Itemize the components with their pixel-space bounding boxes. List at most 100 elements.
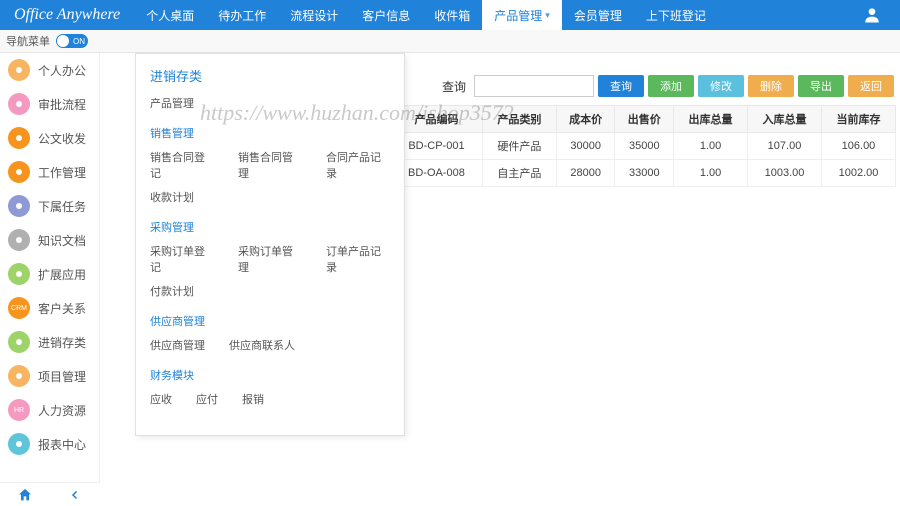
dropdown-item[interactable]: 销售合同登记 xyxy=(150,149,214,181)
sidebar-item[interactable]: 项目管理 xyxy=(0,359,99,393)
HR-icon: HR xyxy=(8,399,30,421)
sidebar-item-label: 进销存类 xyxy=(38,334,86,351)
topnav-item[interactable]: 待办工作 xyxy=(206,0,278,30)
mail-icon xyxy=(8,127,30,149)
user-avatar-icon[interactable] xyxy=(862,5,882,25)
sidebar-item-label: 项目管理 xyxy=(38,368,86,385)
sidebar-item[interactable]: 公文收发 xyxy=(0,121,99,155)
stock-icon xyxy=(8,331,30,353)
dropdown-menu: 进销存类产品管理销售管理销售合同登记销售合同管理合同产品记录收款计划采购管理采购… xyxy=(135,53,405,436)
table-header: 成本价 xyxy=(556,106,615,133)
dropdown-item[interactable]: 付款计划 xyxy=(150,283,194,299)
search-input[interactable] xyxy=(474,75,594,97)
chart-icon xyxy=(8,433,30,455)
dropdown-item[interactable]: 产品管理 xyxy=(150,95,390,111)
CRM-icon: CRM xyxy=(8,297,30,319)
topnav-item[interactable]: 流程设计 xyxy=(278,0,350,30)
top-nav: 个人桌面待办工作流程设计客户信息收件箱产品管理▾会员管理上下班登记 xyxy=(134,0,718,30)
check-icon xyxy=(8,161,30,183)
toolbar-button[interactable]: 返回 xyxy=(848,75,894,97)
topnav-item[interactable]: 产品管理▾ xyxy=(482,0,562,30)
topnav-item[interactable]: 上下班登记 xyxy=(634,0,718,30)
user-icon xyxy=(8,59,30,81)
search-label: 查询 xyxy=(442,78,466,95)
sidebar-item[interactable]: 报表中心 xyxy=(0,427,99,461)
proj-icon xyxy=(8,365,30,387)
sidebar-item-label: 审批流程 xyxy=(38,96,86,113)
bottom-bar xyxy=(0,482,100,506)
table-row[interactable]: BD-CP-001硬件产品30000350001.00107.00106.00 xyxy=(391,133,896,160)
nav-toggle-bar: 导航菜单 ON xyxy=(0,30,900,53)
dropdown-item[interactable]: 采购订单管理 xyxy=(238,243,302,275)
sidebar-item-label: 个人办公 xyxy=(38,62,86,79)
table-cell: 107.00 xyxy=(748,133,822,160)
table-cell: 106.00 xyxy=(821,133,895,160)
dropdown-item[interactable]: 应付 xyxy=(196,391,218,407)
dropdown-item[interactable]: 采购订单登记 xyxy=(150,243,214,275)
nav-toggle-label: 导航菜单 xyxy=(6,33,50,49)
table-row[interactable]: BD-OA-008自主产品28000330001.001003.001002.0… xyxy=(391,160,896,187)
sidebar-item-label: 公文收发 xyxy=(38,130,86,147)
toolbar-button[interactable]: 添加 xyxy=(648,75,694,97)
topnav-item[interactable]: 客户信息 xyxy=(350,0,422,30)
nav-toggle-switch[interactable]: ON xyxy=(56,34,88,48)
main-area: 进销存类产品管理销售管理销售合同登记销售合同管理合同产品记录收款计划采购管理采购… xyxy=(100,53,900,482)
sidebar-item[interactable]: 下属任务 xyxy=(0,189,99,223)
data-table-wrap: 产品编码产品类别成本价出售价出库总量入库总量当前库存 BD-CP-001硬件产品… xyxy=(390,105,900,187)
dropdown-item[interactable]: 销售合同管理 xyxy=(238,149,302,181)
sidebar-item[interactable]: CRM 客户关系 xyxy=(0,291,99,325)
sidebar-item[interactable]: 审批流程 xyxy=(0,87,99,121)
table-header: 出售价 xyxy=(615,106,674,133)
sidebar-item-label: 人力资源 xyxy=(38,402,86,419)
table-cell: 硬件产品 xyxy=(482,133,556,160)
table-cell: 1003.00 xyxy=(748,160,822,187)
dropdown-item[interactable]: 订单产品记录 xyxy=(326,243,390,275)
dropdown-section-header: 采购管理 xyxy=(150,219,390,235)
table-cell: 1.00 xyxy=(674,133,748,160)
logo: Office Anywhere xyxy=(0,6,134,24)
sidebar-item[interactable]: HR 人力资源 xyxy=(0,393,99,427)
sidebar-item-label: 下属任务 xyxy=(38,198,86,215)
table-cell: 自主产品 xyxy=(482,160,556,187)
table-cell: 30000 xyxy=(556,133,615,160)
flow-icon xyxy=(8,93,30,115)
dropdown-item[interactable]: 供应商管理 xyxy=(150,337,205,353)
dropdown-section-header: 财务模块 xyxy=(150,367,390,383)
table-cell: 33000 xyxy=(615,160,674,187)
table-header: 产品类别 xyxy=(482,106,556,133)
sidebar-item[interactable]: 扩展应用 xyxy=(0,257,99,291)
dropdown-item[interactable]: 报销 xyxy=(242,391,264,407)
product-table: 产品编码产品类别成本价出售价出库总量入库总量当前库存 BD-CP-001硬件产品… xyxy=(390,105,896,187)
table-cell: 28000 xyxy=(556,160,615,187)
table-header: 出库总量 xyxy=(674,106,748,133)
collapse-icon[interactable] xyxy=(50,489,100,501)
sidebar-item[interactable]: 进销存类 xyxy=(0,325,99,359)
topnav-item[interactable]: 个人桌面 xyxy=(134,0,206,30)
toolbar-button[interactable]: 导出 xyxy=(798,75,844,97)
topnav-item[interactable]: 收件箱 xyxy=(422,0,482,30)
toolbar-button[interactable]: 删除 xyxy=(748,75,794,97)
sidebar-item[interactable]: 个人办公 xyxy=(0,53,99,87)
sidebar-item[interactable]: 工作管理 xyxy=(0,155,99,189)
sidebar: 个人办公审批流程公文收发工作管理下属任务知识文档扩展应用 CRM 客户关系进销存类项… xyxy=(0,53,100,482)
dropdown-title: 进销存类 xyxy=(150,66,390,85)
topnav-item[interactable]: 会员管理 xyxy=(562,0,634,30)
dropdown-item[interactable]: 收款计划 xyxy=(150,189,194,205)
dropdown-item[interactable]: 合同产品记录 xyxy=(326,149,390,181)
table-header: 入库总量 xyxy=(748,106,822,133)
dropdown-section-header: 销售管理 xyxy=(150,125,390,141)
table-cell: 35000 xyxy=(615,133,674,160)
sidebar-item-label: 客户关系 xyxy=(38,300,86,317)
dropdown-item[interactable]: 供应商联系人 xyxy=(229,337,295,353)
sidebar-item-label: 扩展应用 xyxy=(38,266,86,283)
toolbar-button[interactable]: 修改 xyxy=(698,75,744,97)
table-cell: 1.00 xyxy=(674,160,748,187)
sidebar-item-label: 工作管理 xyxy=(38,164,86,181)
toolbar-button[interactable]: 查询 xyxy=(598,75,644,97)
dropdown-item[interactable]: 应收 xyxy=(150,391,172,407)
dropdown-section-header: 供应商管理 xyxy=(150,313,390,329)
sidebar-item[interactable]: 知识文档 xyxy=(0,223,99,257)
table-header: 当前库存 xyxy=(821,106,895,133)
group-icon xyxy=(8,195,30,217)
home-icon[interactable] xyxy=(0,487,50,503)
